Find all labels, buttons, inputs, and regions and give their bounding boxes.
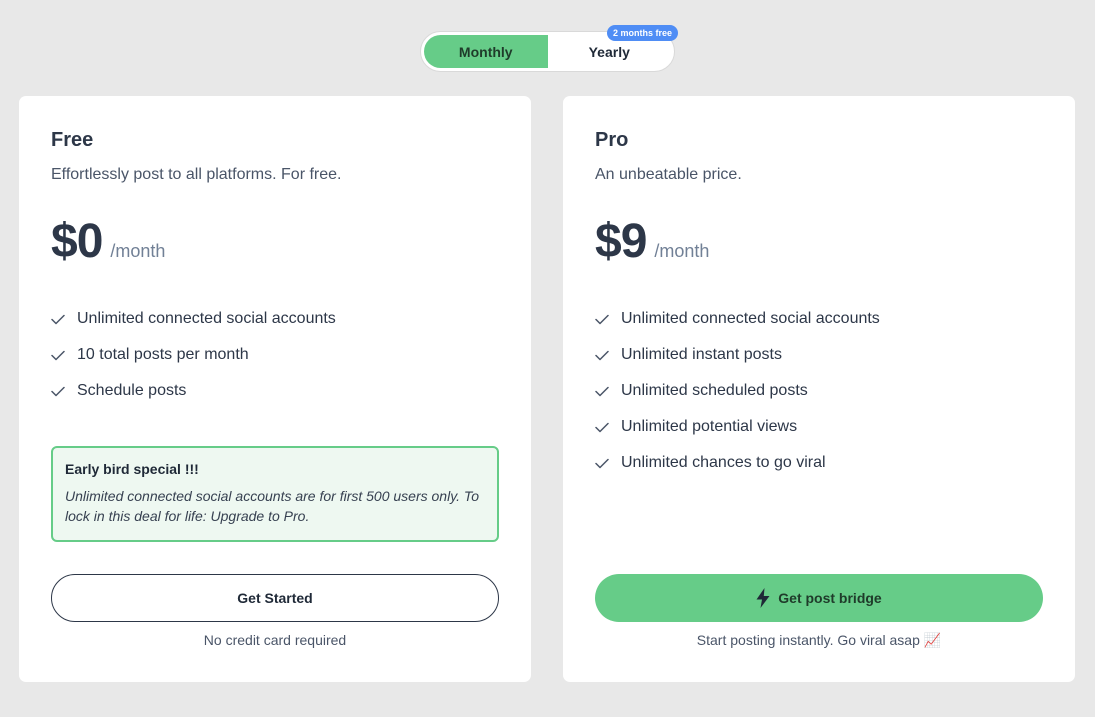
early-bird-notice: Early bird special !!! Unlimited connect… — [51, 446, 499, 542]
get-post-bridge-button[interactable]: Get post bridge — [595, 574, 1043, 622]
pro-plan-card: Pro An unbeatable price. $9 /month Unlim… — [563, 96, 1075, 682]
lightning-bolt-icon — [756, 588, 770, 608]
feature-item: Unlimited connected social accounts — [595, 301, 880, 337]
check-icon — [595, 350, 621, 361]
plan-description: Effortlessly post to all platforms. For … — [51, 166, 342, 183]
price-period: /month — [110, 241, 166, 261]
feature-label: Unlimited instant posts — [621, 346, 782, 363]
check-icon — [595, 458, 621, 469]
price-period: /month — [654, 241, 710, 261]
feature-list: Unlimited connected social accounts 10 t… — [51, 301, 336, 409]
promo-text: Unlimited connected social accounts are … — [65, 488, 479, 524]
plan-price: $0 — [51, 215, 103, 268]
feature-item: Unlimited potential views — [595, 409, 880, 445]
feature-label: 10 total posts per month — [77, 346, 249, 363]
check-icon — [595, 422, 621, 433]
get-started-button[interactable]: Get Started — [51, 574, 499, 622]
promo-title: Early bird special !!! — [65, 461, 199, 477]
toggle-monthly[interactable]: Monthly — [424, 35, 548, 68]
feature-label: Schedule posts — [77, 382, 187, 399]
feature-label: Unlimited scheduled posts — [621, 382, 808, 399]
plan-price: $9 — [595, 215, 647, 268]
feature-item: 10 total posts per month — [51, 337, 336, 373]
check-icon — [51, 350, 77, 361]
free-plan-card: Free Effortlessly post to all platforms.… — [19, 96, 531, 682]
feature-label: Unlimited connected social accounts — [77, 310, 336, 327]
plan-name: Free — [51, 129, 94, 151]
feature-item: Unlimited scheduled posts — [595, 373, 880, 409]
check-icon — [51, 386, 77, 397]
price-row: $0 /month — [51, 214, 165, 269]
feature-item: Unlimited connected social accounts — [51, 301, 336, 337]
check-icon — [595, 386, 621, 397]
feature-item: Unlimited chances to go viral — [595, 445, 880, 481]
button-label: Get Started — [237, 590, 313, 606]
check-icon — [595, 314, 621, 325]
feature-item: Unlimited instant posts — [595, 337, 880, 373]
feature-label: Unlimited connected social accounts — [621, 310, 880, 327]
plan-description: An unbeatable price. — [595, 166, 742, 183]
feature-item: Schedule posts — [51, 373, 336, 409]
button-label: Get post bridge — [778, 590, 882, 606]
pro-footnote: Start posting instantly. Go viral asap 📈 — [696, 632, 942, 648]
feature-label: Unlimited chances to go viral — [621, 454, 826, 471]
feature-list: Unlimited connected social accounts Unli… — [595, 301, 880, 481]
free-footnote: No credit card required — [203, 632, 347, 648]
price-row: $9 /month — [595, 214, 709, 269]
check-icon — [51, 314, 77, 325]
plan-name: Pro — [595, 129, 629, 151]
yearly-discount-badge: 2 months free — [607, 25, 679, 41]
feature-label: Unlimited potential views — [621, 418, 798, 435]
